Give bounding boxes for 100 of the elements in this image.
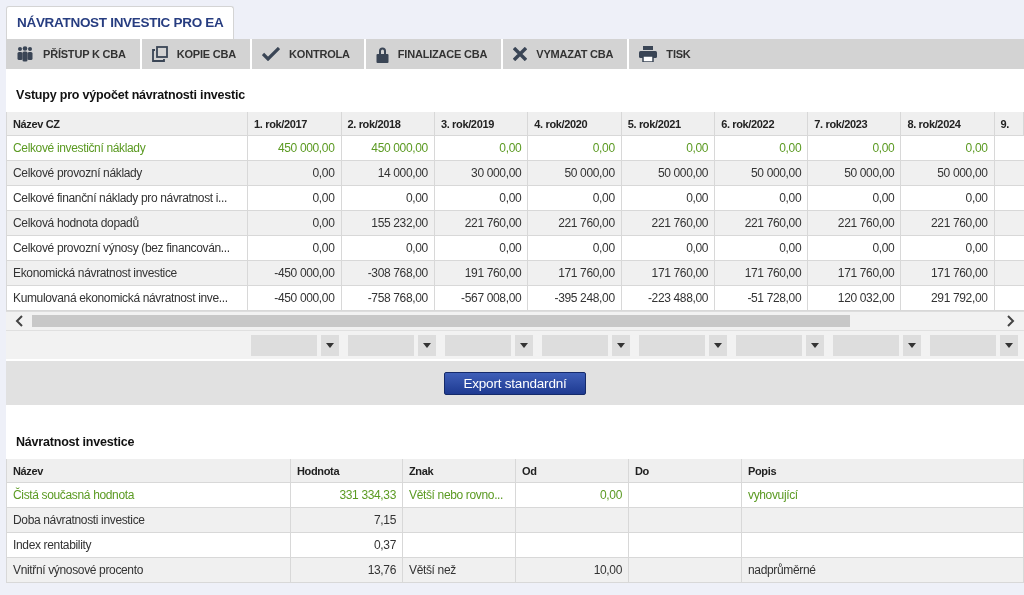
table-cell: -395 248,00 [527, 285, 622, 311]
column-header[interactable]: Znak [402, 459, 516, 483]
table-cell: -51 728,00 [714, 285, 808, 311]
table-cell: 171 760,00 [621, 260, 715, 286]
column-header[interactable]: 2. rok/2018 [341, 112, 435, 136]
table-cell: 171 760,00 [527, 260, 622, 286]
scroll-right-icon[interactable] [1006, 315, 1016, 327]
column-header[interactable]: 4. rok/2020 [527, 112, 622, 136]
dropdown-button[interactable] [515, 334, 533, 356]
close-icon [513, 47, 528, 61]
export-button[interactable]: Export standardní [444, 371, 586, 395]
column-header[interactable]: Od [515, 459, 629, 483]
table-cell: 0,00 [714, 185, 808, 211]
table-cell: -567 008,00 [434, 285, 528, 311]
table-cell: 171 760,00 [807, 260, 901, 286]
table-cell: 450 000,00 [341, 135, 435, 161]
table-cell: 0,37 [374, 538, 396, 552]
caret-icon [1005, 342, 1013, 348]
dropdown-button[interactable] [321, 334, 339, 356]
dropdown-button[interactable] [418, 334, 436, 356]
table-cell: Celkové finanční náklady pro návratnost i... [6, 185, 248, 211]
table-cell: 50 000,00 [900, 160, 995, 186]
scroll-left-icon[interactable] [14, 315, 24, 327]
dropdown-button[interactable] [709, 334, 727, 356]
table-cell: 331 334,33 [339, 488, 396, 502]
table-cell: 0,00 [807, 235, 901, 261]
table-cell: 171 760,00 [714, 260, 808, 286]
toolbar-button[interactable]: FINALIZACE CBA [365, 39, 502, 69]
table-cell: 221 760,00 [807, 210, 901, 236]
table-cell: 221 760,00 [527, 210, 622, 236]
table-cell: 0,00 [527, 135, 622, 161]
dropdown-button[interactable] [806, 334, 824, 356]
table-cell: -450 000,00 [247, 260, 341, 286]
table-cell: 13,76 [367, 563, 396, 577]
table-cell: 0,00 [341, 235, 435, 261]
table-cell: Index rentability [13, 538, 92, 552]
column-header[interactable]: 1. rok/2017 [247, 112, 341, 136]
table-cell: 0,00 [600, 488, 622, 502]
table-cell: Celková hodnota dopadů [6, 210, 248, 236]
table-cell: 191 760,00 [434, 260, 528, 286]
column-header[interactable]: 3. rok/2019 [434, 112, 528, 136]
table-cell: 50 000,00 [621, 160, 715, 186]
caret-icon [423, 342, 431, 348]
column-header[interactable]: Název CZ [6, 112, 248, 136]
column-header[interactable]: 6. rok/2022 [714, 112, 808, 136]
table-cell: Kumulovaná ekonomická návratnost inve... [6, 285, 248, 311]
table-cell: 0,00 [434, 235, 528, 261]
table-cell: Celkové investiční náklady [6, 135, 248, 161]
table-cell: 50 000,00 [527, 160, 622, 186]
table-cell: Celkové provozní náklady [6, 160, 248, 186]
toolbar-button[interactable]: KONTROLA [252, 39, 364, 69]
column-header[interactable]: 9. [994, 112, 1024, 136]
lock-icon [375, 45, 389, 63]
table-cell: 0,00 [527, 185, 622, 211]
table-cell: vyhovující [748, 488, 798, 502]
table-cell: nadprůměrné [748, 563, 816, 577]
toolbar-button[interactable]: KOPIE CBA [141, 39, 251, 69]
table-cell: 14 000,00 [341, 160, 435, 186]
column-header[interactable]: 7. rok/2023 [807, 112, 901, 136]
column-header[interactable]: Popis [741, 459, 1024, 483]
table-cell: 0,00 [621, 135, 715, 161]
table-cell: 120 032,00 [807, 285, 901, 311]
table-cell: 0,00 [714, 235, 808, 261]
dropdown-button[interactable] [903, 334, 921, 356]
toolbar-button[interactable]: PŘÍSTUP K CBA [6, 39, 140, 69]
table-cell: -758 768,00 [341, 285, 435, 311]
table-cell: -308 768,00 [341, 260, 435, 286]
table-cell: -450 000,00 [247, 285, 341, 311]
caret-icon [811, 342, 819, 348]
table-cell: 0,00 [900, 185, 995, 211]
toolbar-button[interactable]: TISK [629, 39, 1024, 69]
people-icon [16, 46, 34, 62]
column-header[interactable]: 8. rok/2024 [900, 112, 995, 136]
table-cell: 0,00 [434, 185, 528, 211]
table-cell: 0,00 [247, 210, 341, 236]
check-icon [262, 47, 281, 61]
table-cell: 50 000,00 [807, 160, 901, 186]
table-cell: 0,00 [621, 235, 715, 261]
table-cell: 0,00 [247, 185, 341, 211]
table-cell: 0,00 [341, 185, 435, 211]
table-cell: Větší nebo rovno... [409, 488, 504, 502]
table-cell: 291 792,00 [900, 285, 995, 311]
table-cell: Ekonomická návratnost investice [6, 260, 248, 286]
tab[interactable]: NÁVRATNOST INVESTIC PRO EA [6, 6, 235, 39]
section-title: Návratnost investice [15, 434, 136, 451]
table-cell: 221 760,00 [900, 210, 995, 236]
table-cell: 50 000,00 [714, 160, 808, 186]
column-header[interactable]: Do [628, 459, 742, 483]
dropdown-button[interactable] [1000, 334, 1018, 356]
column-header[interactable]: Název [6, 459, 291, 483]
column-header[interactable]: Hodnota [290, 459, 403, 483]
dropdown-button[interactable] [612, 334, 630, 356]
scrollbar-thumb[interactable] [32, 315, 850, 327]
table-cell: 0,00 [900, 135, 995, 161]
table-cell: 0,00 [714, 135, 808, 161]
table-cell: 0,00 [807, 185, 901, 211]
column-header[interactable]: 5. rok/2021 [621, 112, 715, 136]
caret-icon [908, 342, 916, 348]
table-cell: 0,00 [900, 235, 995, 261]
toolbar-button[interactable]: VYMAZAT CBA [503, 39, 628, 69]
